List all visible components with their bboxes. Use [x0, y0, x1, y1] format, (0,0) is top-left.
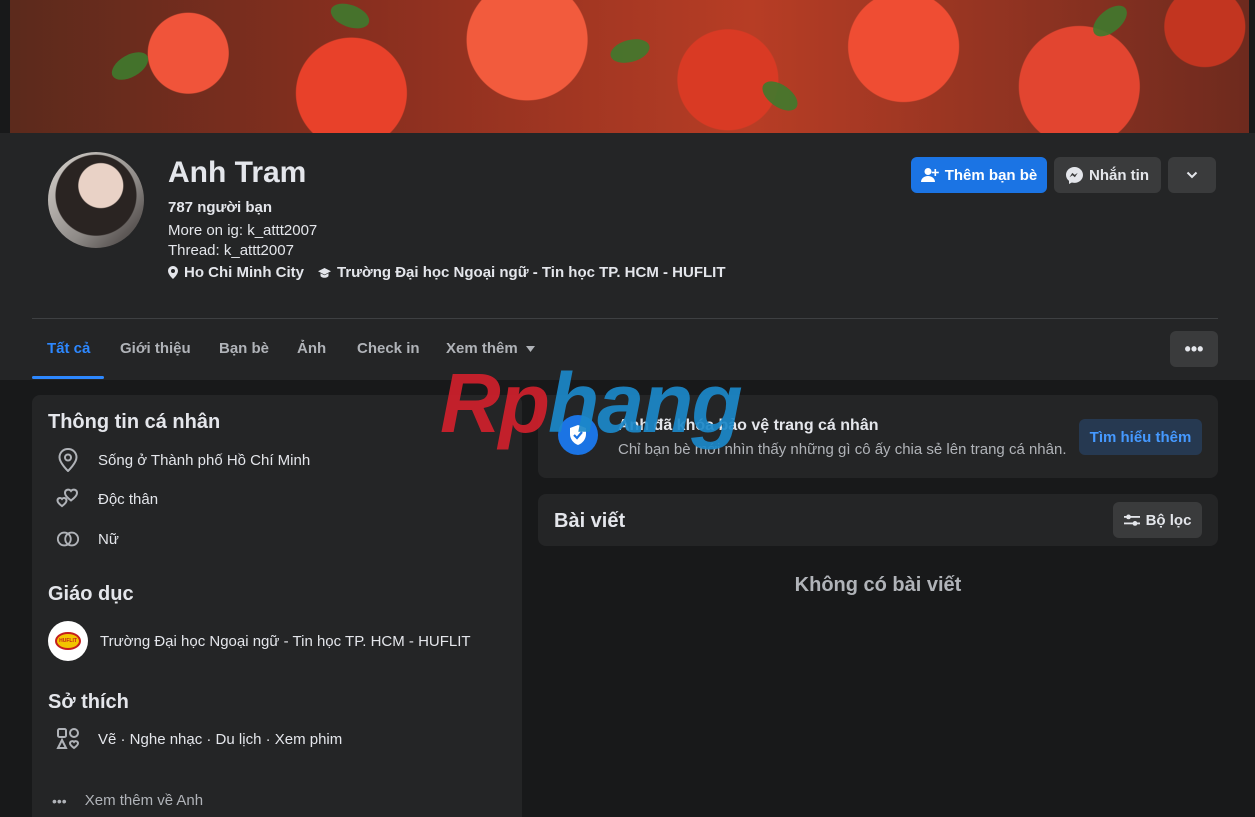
- gender-rings-icon: [56, 527, 80, 551]
- cover-leaf: [327, 0, 373, 34]
- friends-count[interactable]: 787 người bạn: [168, 199, 272, 216]
- cover-edge: [0, 0, 10, 133]
- cover-leaf: [607, 35, 653, 67]
- school-text[interactable]: Trường Đại học Ngoại ngữ - Tin học TP. H…: [337, 264, 726, 281]
- messenger-icon: [1066, 166, 1083, 184]
- tab-all[interactable]: Tất cả: [47, 340, 90, 357]
- gender-text: Nữ: [98, 530, 119, 548]
- message-button[interactable]: Nhắn tin: [1054, 157, 1161, 193]
- shapes-icon: [56, 727, 80, 751]
- location-text: Ho Chi Minh City: [184, 264, 304, 281]
- lock-title: Anh đã khóa bảo vệ trang cá nhân: [618, 417, 879, 434]
- filter-sliders-icon: [1123, 514, 1140, 526]
- see-more-about-text: Xem thêm về Anh: [84, 792, 204, 809]
- see-more-about-link[interactable]: ••• Xem thêm về Anh: [52, 792, 203, 809]
- school-logo[interactable]: HUFLIT: [48, 621, 88, 661]
- active-tab-indicator: [32, 376, 104, 379]
- hobbies-row: Vẽ · Nghe nhạc · Du lịch · Xem phim: [56, 727, 342, 751]
- lives-in-text: Sống ở Thành phố Hồ Chí Minh: [98, 451, 311, 469]
- tab-checkin[interactable]: Check in: [357, 340, 420, 357]
- education-title: Giáo dục: [48, 583, 134, 605]
- school-row: HUFLIT Trường Đại học Ngoại ngữ - Tin họ…: [48, 621, 471, 661]
- tab-more-label: Xem thêm: [446, 340, 518, 357]
- relationship-row: Độc thân: [56, 487, 158, 511]
- add-friend-label: Thêm bạn bè: [944, 166, 1038, 184]
- tab-more[interactable]: Xem thêm: [446, 340, 535, 357]
- location-pin-icon: [168, 266, 178, 279]
- posts-title: Bài viết: [554, 510, 626, 532]
- more-dots-icon: •••: [1184, 338, 1204, 359]
- learn-more-button[interactable]: Tìm hiểu thêm: [1079, 419, 1202, 455]
- cover-leaf: [757, 75, 803, 117]
- bio-line: Thread: k_attt2007: [168, 242, 294, 259]
- hobbies-text: Vẽ · Nghe nhạc · Du lịch · Xem phim: [98, 730, 343, 748]
- header-divider: [32, 318, 1218, 319]
- gender-row: Nữ: [56, 527, 119, 551]
- lives-in-row: Sống ở Thành phố Hồ Chí Minh: [56, 448, 310, 472]
- more-options-button[interactable]: •••: [1170, 331, 1218, 367]
- more-dots-icon: •••: [52, 792, 67, 809]
- profile-meta: Ho Chi Minh City Trường Đại học Ngoại ng…: [168, 264, 726, 281]
- add-friend-icon: [920, 168, 939, 182]
- hearts-icon: [56, 487, 80, 511]
- chevron-down-icon: [1186, 171, 1198, 179]
- relationship-text: Độc thân: [98, 490, 159, 508]
- school-logo-text: HUFLIT: [55, 632, 81, 650]
- graduation-cap-icon: [318, 267, 331, 278]
- filter-label: Bộ lọc: [1145, 511, 1192, 529]
- location-icon: [56, 448, 80, 472]
- caret-down-icon: [525, 345, 535, 352]
- tab-photos[interactable]: Ảnh: [297, 340, 326, 357]
- profile-name: Anh Tram: [168, 156, 307, 189]
- profile-avatar[interactable]: [46, 150, 146, 250]
- shield-lock-icon: [558, 415, 598, 455]
- add-friend-button[interactable]: Thêm bạn bè: [911, 157, 1047, 193]
- tab-friends[interactable]: Bạn bè: [219, 340, 269, 357]
- cover-photo[interactable]: [0, 0, 1255, 133]
- personal-info-title: Thông tin cá nhân: [48, 411, 221, 433]
- cover-leaf: [1087, 0, 1133, 43]
- cover-edge: [1249, 0, 1255, 133]
- school-name-text[interactable]: Trường Đại học Ngoại ngữ - Tin học TP. H…: [100, 633, 471, 650]
- profile-options-button[interactable]: [1168, 157, 1216, 193]
- message-label: Nhắn tin: [1089, 166, 1149, 184]
- hobbies-title: Sở thích: [48, 691, 129, 713]
- tab-about[interactable]: Giới thiệu: [120, 340, 191, 357]
- no-posts-message: Không có bài viết: [794, 574, 962, 596]
- bio-line: More on ig: k_attt2007: [168, 222, 318, 239]
- filter-button[interactable]: Bộ lọc: [1113, 502, 1202, 538]
- lock-subtitle: Chỉ bạn bè mới nhìn thấy những gì cô ấy …: [618, 441, 1067, 458]
- cover-leaf: [107, 46, 153, 86]
